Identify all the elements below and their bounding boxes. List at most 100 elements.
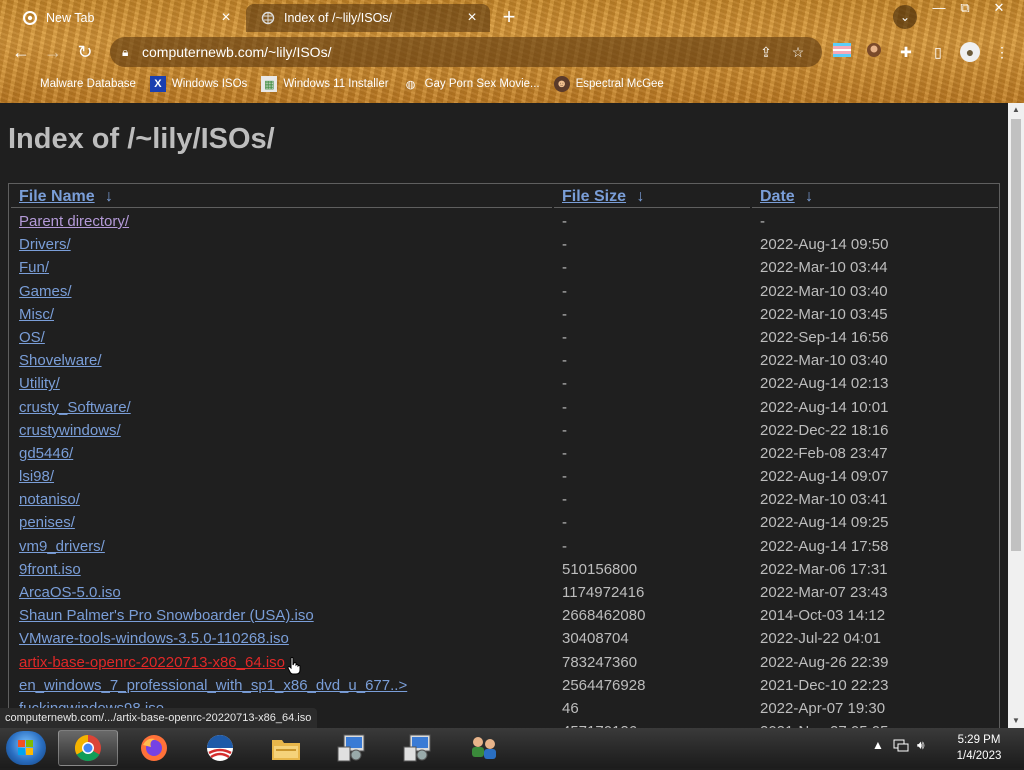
side-panel-icon[interactable]: ▯: [928, 42, 948, 62]
tab-new-tab[interactable]: New Tab ×: [8, 4, 244, 32]
table-row: Utility/ - 2022-Aug-14 02:13: [9, 373, 999, 396]
file-link[interactable]: Shovelware/: [19, 352, 102, 369]
sort-arrow-icon[interactable]: ↓: [105, 188, 113, 205]
taskbar-firefox[interactable]: [124, 730, 184, 766]
bookmark-star-icon[interactable]: ☆: [782, 44, 814, 61]
taskbar-computer-settings[interactable]: [322, 730, 382, 766]
file-size: 2668462080: [562, 607, 646, 625]
file-link[interactable]: artix-base-openrc-20220713-x86_64.iso: [19, 654, 285, 671]
sort-by-date-link[interactable]: Date: [760, 188, 795, 205]
file-link[interactable]: VMware-tools-windows-3.5.0-110268.iso: [19, 630, 289, 647]
file-link[interactable]: lsi98/: [19, 468, 54, 485]
reload-icon[interactable]: ↻: [72, 40, 98, 64]
table-row: notaniso/ - 2022-Mar-10 03:41: [9, 489, 999, 512]
taskbar-network-users[interactable]: [454, 730, 514, 766]
share-icon[interactable]: ⇪: [750, 44, 782, 61]
close-tab-icon[interactable]: ×: [218, 9, 234, 27]
file-link[interactable]: Games/: [19, 283, 72, 300]
address-url[interactable]: computernewb.com/~lily/ISOs/: [142, 44, 750, 60]
chrome-logo-icon: [22, 10, 38, 26]
file-link[interactable]: notaniso/: [19, 491, 80, 508]
show-hidden-icons-chevron-icon[interactable]: ▲: [872, 738, 884, 752]
close-tab-icon[interactable]: ×: [464, 9, 480, 27]
header-divider: [11, 207, 552, 208]
file-size: -: [562, 236, 567, 254]
taskbar-chrome[interactable]: [58, 730, 118, 766]
file-link[interactable]: crustywindows/: [19, 422, 121, 439]
sort-arrow-icon[interactable]: ↓: [805, 188, 813, 205]
file-link[interactable]: Fun/: [19, 259, 49, 276]
extension-flag-icon[interactable]: [832, 42, 852, 62]
file-link[interactable]: OS/: [19, 329, 45, 346]
tab-search-chevron-icon[interactable]: ⌄: [893, 5, 917, 29]
file-link[interactable]: penises/: [19, 514, 75, 531]
sort-by-name-link[interactable]: File Name: [19, 188, 95, 205]
taskbar-computer-settings-2[interactable]: [388, 730, 448, 766]
start-button[interactable]: [6, 731, 46, 765]
bookmarks-bar: Malware Database X Windows ISOs ▦ Window…: [0, 72, 1024, 96]
file-link[interactable]: Shaun Palmer's Pro Snowboarder (USA).iso: [19, 607, 314, 624]
profile-avatar-icon[interactable]: ●: [960, 42, 980, 62]
forward-arrow-icon[interactable]: →: [40, 40, 66, 64]
file-date: -: [760, 213, 765, 230]
sort-arrow-icon[interactable]: ↓: [636, 188, 644, 205]
table-row: crustywindows/ - 2022-Dec-22 18:16: [9, 420, 999, 443]
file-link[interactable]: Utility/: [19, 375, 60, 392]
file-size: 510156800: [562, 560, 638, 578]
header-divider: [752, 207, 998, 208]
bookmark-espectral-mcgee[interactable]: ☻ Espectral McGee: [553, 76, 664, 92]
bookmark-label: Espectral McGee: [575, 78, 664, 90]
volume-icon[interactable]: 🔊︎: [917, 738, 925, 753]
lock-icon[interactable]: 🔒︎: [122, 45, 142, 60]
network-icon[interactable]: [893, 738, 909, 755]
taskbar-file-explorer[interactable]: [256, 730, 316, 766]
scrollbar-thumb[interactable]: [1011, 119, 1021, 551]
windows-taskbar: ▲ 🔊︎ 5:29 PM 1/4/2023: [0, 728, 1024, 768]
bookmark-malware-database[interactable]: Malware Database: [18, 76, 136, 92]
file-size: -: [562, 468, 567, 486]
table-row: gd5446/ - 2022-Feb-08 23:47: [9, 443, 999, 466]
file-link[interactable]: Drivers/: [19, 236, 71, 253]
table-row: crusty_Software/ - 2022-Aug-14 10:01: [9, 397, 999, 420]
taskbar-obama-logo[interactable]: [190, 730, 250, 766]
scroll-down-arrow-icon[interactable]: ▼: [1008, 714, 1024, 728]
file-link[interactable]: ArcaOS-5.0.iso: [19, 584, 121, 601]
file-link[interactable]: gd5446/: [19, 445, 73, 462]
scroll-up-arrow-icon[interactable]: ▲: [1008, 103, 1024, 117]
table-row: Games/ - 2022-Mar-10 03:40: [9, 281, 999, 304]
restore-button[interactable]: ⧉: [950, 0, 980, 18]
file-link[interactable]: vm9_drivers/: [19, 538, 105, 555]
file-link[interactable]: Misc/: [19, 306, 54, 323]
table-row: Shovelware/ - 2022-Mar-10 03:40: [9, 350, 999, 373]
tab-title: Index of /~lily/ISOs/: [284, 11, 393, 25]
bookmark-gay-porn-sex-movie[interactable]: ◍ Gay Porn Sex Movie...: [403, 76, 540, 92]
file-link[interactable]: 9front.iso: [19, 561, 81, 578]
bookmark-label: Gay Porn Sex Movie...: [424, 78, 540, 90]
file-link[interactable]: Parent directory/: [19, 213, 129, 230]
close-window-button[interactable]: ✕: [984, 0, 1014, 18]
table-row: lsi98/ - 2022-Aug-14 09:07: [9, 466, 999, 489]
page-globe-icon: [260, 10, 276, 26]
bookmark-windows-isos[interactable]: X Windows ISOs: [149, 76, 248, 92]
file-link[interactable]: crusty_Software/: [19, 399, 131, 416]
file-size: -: [562, 398, 567, 416]
table-row: Parent directory/ - -: [9, 211, 999, 234]
computer-settings-icon-2: [403, 734, 431, 762]
file-date: 2022-Apr-07 19:30: [760, 699, 886, 717]
address-bar[interactable]: 🔒︎ computernewb.com/~lily/ISOs/ ⇪ ☆: [110, 37, 822, 67]
back-arrow-icon[interactable]: ←: [8, 40, 34, 64]
file-date: 2022-Mar-07 23:43: [760, 584, 888, 601]
tab-index-of-isos[interactable]: Index of /~lily/ISOs/ ×: [246, 4, 490, 32]
extensions-puzzle-icon[interactable]: ✚: [896, 42, 916, 62]
file-size: -: [562, 282, 567, 300]
table-row: penises/ - 2022-Aug-14 09:25: [9, 512, 999, 535]
bookmark-windows-11-installer[interactable]: ▦ Windows 11 Installer: [261, 76, 389, 92]
sort-by-size-link[interactable]: File Size: [562, 188, 626, 205]
bookmark-label: Windows ISOs: [171, 78, 248, 90]
file-link[interactable]: en_windows_7_professional_with_sp1_x86_d…: [19, 677, 407, 694]
vertical-scrollbar[interactable]: ▲ ▼: [1008, 103, 1024, 728]
system-clock[interactable]: 5:29 PM 1/4/2023: [944, 732, 1014, 764]
extension-face-icon[interactable]: [864, 42, 884, 62]
menu-kebab-icon[interactable]: ⋮: [992, 42, 1012, 62]
new-tab-button[interactable]: +: [496, 6, 522, 30]
